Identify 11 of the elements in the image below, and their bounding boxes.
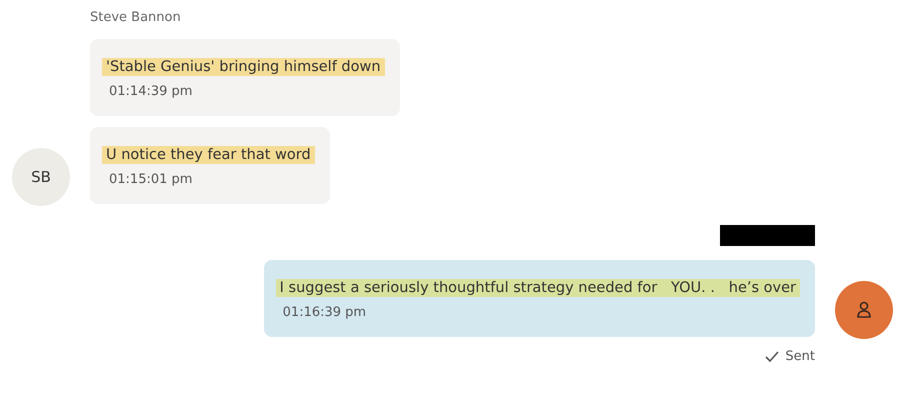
message-text: I suggest a seriously thoughtful strategy needed for YOU. . he’s over — [276, 279, 800, 297]
message-text: U notice they fear that word — [102, 146, 315, 164]
message-time: 01:14:39 pm — [108, 84, 194, 99]
avatar: SB — [12, 148, 70, 206]
message-time: 01:15:01 pm — [108, 172, 194, 187]
person-icon — [855, 300, 873, 320]
sender-name: Steve Bannon — [90, 10, 181, 25]
message-text: 'Stable Genius' bringing himself down — [102, 58, 385, 76]
message-time: 01:16:39 pm — [282, 305, 368, 320]
check-icon — [765, 350, 780, 362]
message-status: Sent — [785, 349, 815, 364]
